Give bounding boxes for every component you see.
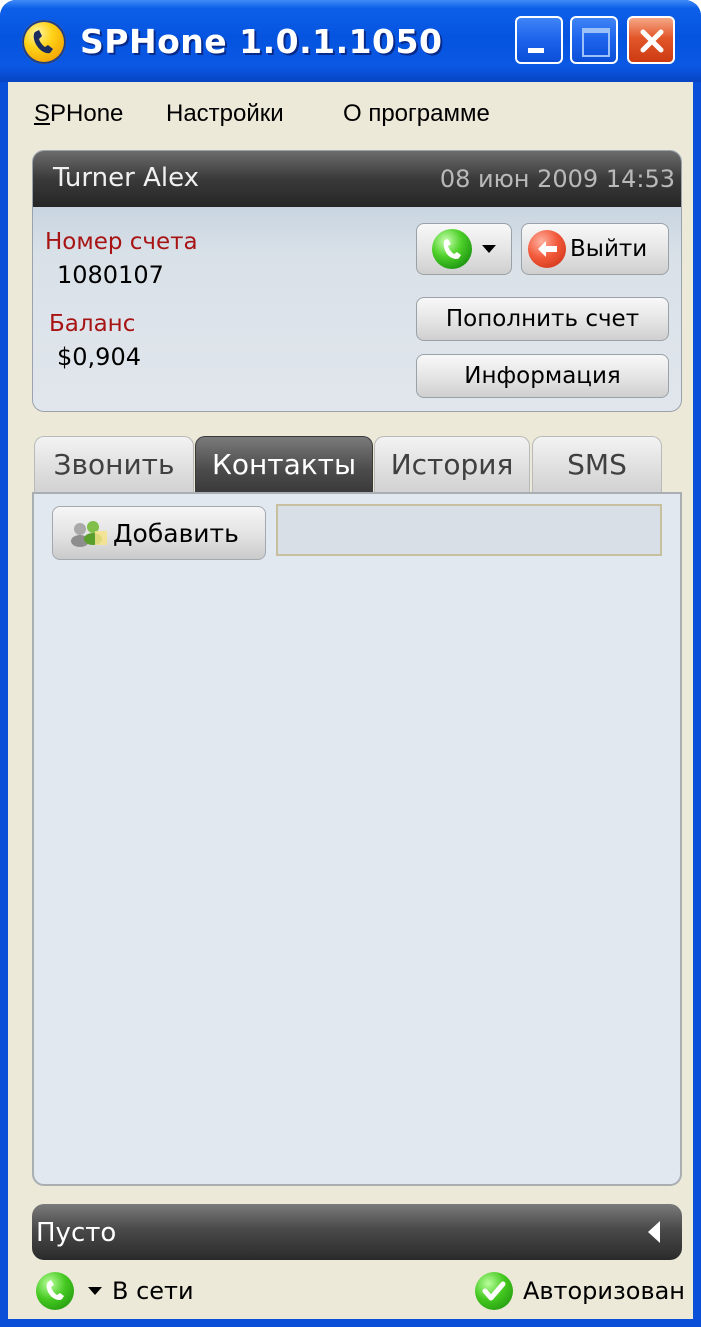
close-icon [640,29,664,53]
auth-status: Авторизован [474,1272,685,1310]
presence-status[interactable]: В сети [36,1272,194,1310]
minimize-button[interactable] [515,16,563,64]
user-name: Turner Alex [53,163,200,193]
account-header: Turner Alex 08 июн 2009 14:53 [33,151,681,207]
tab-call[interactable]: Звонить [34,436,194,492]
menu-settings[interactable]: Настройки [166,100,284,128]
menu-about[interactable]: О программе [343,100,490,128]
balance-label: Баланс [49,311,136,337]
call-dropdown-button[interactable] [416,223,512,275]
app-window: SPHone 1.0.1.1050 SPHone Настройки О про… [0,0,701,1327]
phone-handset-icon [22,20,66,64]
menu-sphone[interactable]: SPHone [34,100,123,128]
maximize-button[interactable] [570,16,618,64]
notification-text: Пусто [36,1218,117,1248]
account-number-value: 1080107 [57,261,164,289]
close-button[interactable] [627,16,675,64]
add-contact-button[interactable]: Добавить [52,506,266,560]
client-area: SPHone Настройки О программе Turner Alex… [8,82,693,1319]
phone-call-icon [432,229,472,269]
notification-bar[interactable]: Пусто [32,1204,682,1260]
tab-contacts[interactable]: Контакты [195,436,373,492]
menu-sphone-label: PHone [50,100,124,127]
info-button[interactable]: Информация [416,354,669,398]
account-number-label: Номер счета [45,229,198,255]
add-contact-label: Добавить [113,518,239,548]
logout-label: Выйти [570,236,648,262]
topup-button[interactable]: Пополнить счет [416,297,669,341]
online-status-icon [36,1272,74,1310]
balance-value: $0,904 [57,343,141,371]
chevron-down-icon [88,1287,102,1295]
tab-history[interactable]: История [374,436,530,492]
contacts-panel: Добавить [32,492,682,1186]
tab-sms[interactable]: SMS [532,436,662,492]
checkmark-icon [474,1272,513,1310]
menu-sphone-accel: S [34,100,51,127]
account-panel: Turner Alex 08 июн 2009 14:53 Номер счет… [32,150,682,412]
title-bar[interactable]: SPHone 1.0.1.1050 [0,0,701,82]
datetime: 08 июн 2009 14:53 [439,165,675,193]
menu-bar: SPHone Настройки О программе [8,82,693,140]
add-contacts-icon [69,517,109,549]
logout-arrow-icon [528,230,566,268]
chevron-down-icon [482,245,496,253]
window-title: SPHone 1.0.1.1050 [80,22,443,61]
collapse-arrow-icon[interactable] [648,1221,660,1243]
auth-text: Авторизован [522,1277,685,1305]
presence-text: В сети [112,1277,194,1305]
logout-button[interactable]: Выйти [521,223,669,275]
contact-search-input[interactable] [276,504,662,556]
